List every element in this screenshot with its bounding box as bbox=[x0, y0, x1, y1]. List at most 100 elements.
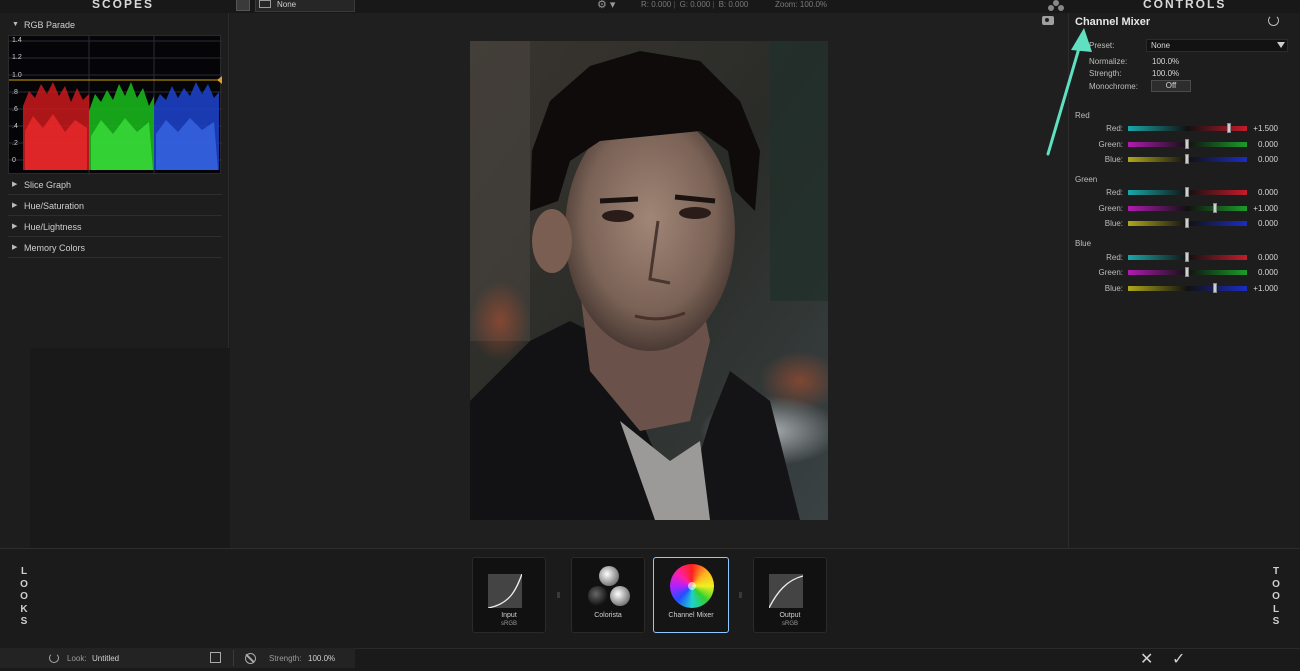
tool-card-channel-mixer[interactable]: Channel Mixer bbox=[653, 557, 729, 633]
color-dots-icon[interactable] bbox=[1046, 0, 1066, 11]
slider-value[interactable]: 0.000 bbox=[1248, 188, 1278, 197]
look-label: Look: bbox=[67, 654, 87, 663]
strength-value[interactable]: 100.0% bbox=[1152, 69, 1179, 78]
slider-knob[interactable] bbox=[1227, 123, 1231, 133]
collapsed-triangle-icon: ▶ bbox=[12, 181, 18, 188]
green-blue-slider[interactable] bbox=[1128, 218, 1247, 228]
hue-saturation-label: Hue/Saturation bbox=[24, 201, 85, 211]
green-red-slider[interactable] bbox=[1128, 187, 1247, 197]
slider-value[interactable]: +1.000 bbox=[1248, 204, 1278, 213]
colorista-wheels-icon bbox=[588, 566, 630, 606]
normalize-value[interactable]: 100.0% bbox=[1152, 57, 1179, 66]
readout-b: B: 0.000 bbox=[718, 0, 749, 9]
red-green-slider[interactable] bbox=[1128, 139, 1247, 149]
tool-sub: sRGB bbox=[781, 621, 798, 627]
slider-value[interactable]: 0.000 bbox=[1248, 219, 1278, 228]
slider-value[interactable]: 0.000 bbox=[1248, 253, 1278, 262]
blue-red-slider[interactable] bbox=[1128, 252, 1247, 262]
undo-icon[interactable] bbox=[49, 653, 59, 663]
slider-label: Red: bbox=[1106, 188, 1123, 197]
gear-menu-icon[interactable]: ⚙ ▾ bbox=[597, 0, 615, 11]
viewer-preset-value: None bbox=[277, 0, 297, 9]
preview-image bbox=[470, 41, 828, 520]
tool-sub: sRGB bbox=[500, 621, 517, 627]
apply-button[interactable]: ✓ bbox=[1172, 649, 1185, 669]
scopes-panel-title: SCOPES bbox=[92, 0, 155, 11]
slice-graph-section[interactable]: ▶ Slice Graph bbox=[8, 175, 222, 195]
slider-value[interactable]: 0.000 bbox=[1248, 268, 1278, 277]
slider-label: Green: bbox=[1098, 268, 1123, 277]
zoom-readout: Zoom: 100.0% bbox=[775, 0, 828, 9]
slider-knob[interactable] bbox=[1213, 203, 1217, 213]
curve-icon bbox=[487, 573, 523, 609]
slider-value[interactable]: 0.000 bbox=[1248, 155, 1278, 164]
slider-knob[interactable] bbox=[1185, 252, 1189, 262]
dropdown-caret-icon[interactable] bbox=[1277, 42, 1285, 48]
readout-r: R: 0.000 bbox=[641, 0, 672, 9]
save-look-icon[interactable] bbox=[210, 652, 221, 663]
viewer-preset-select[interactable]: None bbox=[255, 0, 355, 12]
slice-graph-label: Slice Graph bbox=[24, 180, 72, 190]
tool-card-output[interactable]: Output sRGB bbox=[753, 557, 827, 633]
collapsed-triangle-icon: ▶ bbox=[12, 202, 18, 209]
parade-tick: .6 bbox=[12, 106, 18, 113]
rgb-parade-label: RGB Parade bbox=[24, 20, 76, 30]
hue-saturation-section[interactable]: ▶ Hue/Saturation bbox=[8, 196, 222, 216]
hue-lightness-section[interactable]: ▶ Hue/Lightness bbox=[8, 217, 222, 237]
slider-value[interactable]: +1.000 bbox=[1248, 284, 1278, 293]
monitor-icon bbox=[259, 0, 271, 8]
red-blue-slider[interactable] bbox=[1128, 154, 1247, 164]
tool-separator bbox=[739, 592, 742, 598]
tool-tray bbox=[0, 548, 1300, 648]
preset-dropdown[interactable]: None bbox=[1146, 39, 1288, 52]
cancel-button[interactable]: ✕ bbox=[1140, 649, 1153, 669]
tool-name: Colorista bbox=[594, 612, 622, 619]
parade-tick: 1.2 bbox=[12, 54, 22, 61]
tool-separator bbox=[557, 592, 560, 598]
look-name[interactable]: Untitled bbox=[92, 654, 119, 663]
blue-green-slider[interactable] bbox=[1128, 267, 1247, 277]
parade-tick: .8 bbox=[12, 89, 18, 96]
reset-icon[interactable] bbox=[1268, 15, 1279, 26]
rgb-parade-header[interactable]: ▼ RGB Parade bbox=[8, 15, 222, 35]
slider-label: Blue: bbox=[1104, 219, 1123, 228]
color-wheel-icon bbox=[670, 564, 714, 608]
parade-tick: 1.0 bbox=[12, 72, 22, 79]
divider bbox=[233, 650, 234, 666]
look-strength-label: Strength: bbox=[269, 654, 302, 663]
memory-colors-section[interactable]: ▶ Memory Colors bbox=[8, 238, 222, 258]
looks-tab[interactable]: LOOKS bbox=[19, 566, 29, 629]
collapsed-triangle-icon: ▶ bbox=[12, 223, 18, 230]
curve-icon bbox=[768, 574, 804, 609]
slider-knob[interactable] bbox=[1185, 267, 1189, 277]
monochrome-toggle[interactable]: Off bbox=[1151, 80, 1191, 92]
tool-name: Input bbox=[501, 612, 517, 619]
parade-tick: 1.4 bbox=[12, 37, 22, 44]
red-red-slider[interactable] bbox=[1128, 123, 1247, 133]
tools-tab[interactable]: TOOLS bbox=[1271, 566, 1281, 629]
expanded-triangle-icon: ▼ bbox=[12, 21, 19, 28]
tool-card-colorista[interactable]: Colorista bbox=[571, 557, 645, 633]
slider-label: Blue: bbox=[1104, 284, 1123, 293]
slider-knob[interactable] bbox=[1213, 283, 1217, 293]
slider-label: Green: bbox=[1098, 204, 1123, 213]
user-icon[interactable] bbox=[236, 0, 250, 11]
parade-tick: 0 bbox=[12, 157, 16, 164]
slider-knob[interactable] bbox=[1185, 154, 1189, 164]
slider-knob[interactable] bbox=[1185, 187, 1189, 197]
slider-value[interactable]: +1.500 bbox=[1248, 124, 1278, 133]
look-strength-value[interactable]: 100.0% bbox=[308, 654, 335, 663]
parade-tick: .4 bbox=[12, 123, 18, 130]
slider-knob[interactable] bbox=[1185, 218, 1189, 228]
green-green-slider[interactable] bbox=[1128, 203, 1247, 213]
controls-panel bbox=[1068, 13, 1300, 548]
looks-tab-label: LOOKS bbox=[20, 566, 28, 627]
tool-card-input[interactable]: Input sRGB bbox=[472, 557, 546, 633]
blue-output-section-label: Blue bbox=[1075, 239, 1092, 248]
blue-blue-slider[interactable] bbox=[1128, 283, 1247, 293]
tools-tab-label: TOOLS bbox=[1272, 566, 1280, 627]
bypass-icon[interactable] bbox=[245, 653, 256, 664]
slider-knob[interactable] bbox=[1185, 139, 1189, 149]
slider-value[interactable]: 0.000 bbox=[1248, 140, 1278, 149]
annotation-arrow-icon bbox=[1046, 28, 1092, 156]
